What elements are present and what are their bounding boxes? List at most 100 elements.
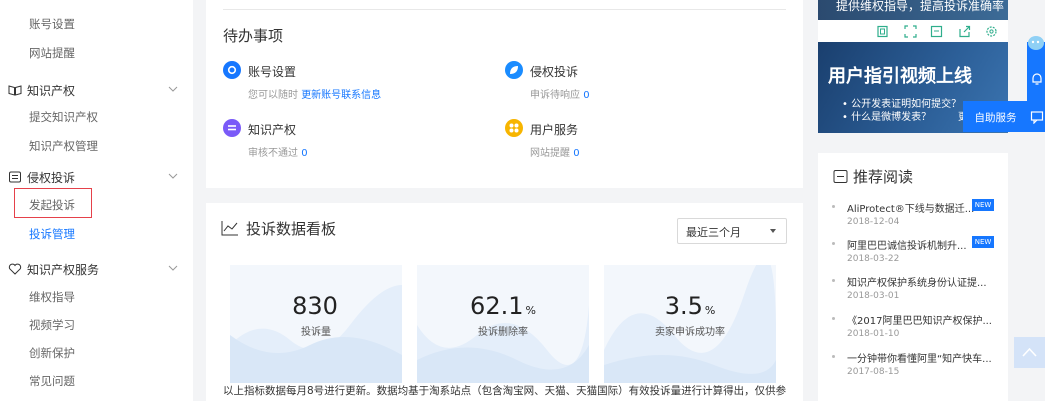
todo-item-desc: 审核不通过 0 [248,148,308,159]
recommended-title: 推荐阅读 [853,168,914,186]
complaint-board-card: 投诉数据看板 最近三个月 830 投诉量 62.1% 投诉删除率 3.5% 卖家… [206,203,803,401]
count-link[interactable]: 0 [301,148,307,159]
article-title: 阿里巴巴诚信投诉机制升... [847,241,967,252]
list-item[interactable]: 阿里巴巴诚信投诉机制升... NEW 2018-03-22 [832,235,1007,269]
line-chart-icon [221,221,238,236]
complaint-icon [8,170,22,184]
board-note: 以上指标数据每月8号进行更新。数据均基于淘系站点（包含淘宝网、天猫、天猫国际）有… [223,385,787,397]
chat-icon[interactable] [1030,110,1044,124]
caret-down-icon [770,229,776,233]
todo-item-desc: 申诉待响应 0 [530,90,590,101]
highlight-box [14,188,92,218]
sidebar-item-site-reminder[interactable]: 网站提醒 [29,45,75,61]
article-title: 一分钟带你看懂阿里“知产快车... [847,354,992,365]
chevron-up-icon [1022,347,1037,357]
todo-item-desc: 您可以随时 更新账号联系信息 [248,90,382,101]
sidebar-group-ip-service[interactable]: 知识产权服务 [8,260,178,280]
article-title: 《2017阿里巴巴知识产权保护... [847,316,992,327]
list-item[interactable]: 知识产权保护系统身份认证提... 2018-03-01 [832,272,1007,306]
update-contact-link[interactable]: 更新账号联系信息 [301,90,381,101]
todo-item-user-service: 用户服务 网站提醒 0 [505,119,755,159]
self-service-button[interactable]: 自助服务 [963,101,1028,132]
mascot-icon[interactable] [1026,34,1045,56]
share-icon[interactable] [958,25,971,38]
todo-item-title: 侵权投诉 [530,65,579,79]
divider [223,9,786,10]
list-item[interactable]: 一分钟带你看懂阿里“知产快车... 2017-08-15 [832,348,1007,382]
stat-appeal-success-rate: 3.5% 卖家申诉成功率 [604,265,776,383]
range-select-value: 最近三个月 [686,226,741,239]
bullet [832,279,835,282]
sidebar-item-complaint-manage[interactable]: 投诉管理 [29,226,75,242]
bullet [832,355,835,358]
sidebar: 账号设置 网站提醒 知识产权 提交知识产权 知识产权管理 侵权投诉 发起投诉 投… [0,0,193,401]
banner-top-text: 提供维权指导，提高投诉准确率 [836,0,1005,13]
stat-label: 投诉量 [301,327,331,338]
todo-item-desc: 网站提醒 0 [530,148,580,159]
bullet [832,242,835,245]
banner-toolbar [818,20,1008,42]
article-title: 知识产权保护系统身份认证提... [847,278,987,289]
board-title: 投诉数据看板 [246,220,337,238]
sidebar-group-label: 侵权投诉 [27,171,76,185]
list-item[interactable]: 《2017阿里巴巴知识产权保护... 2018-01-10 [832,310,1007,344]
sidebar-item-video-learning[interactable]: 视频学习 [29,317,75,333]
settings-icon [223,61,241,79]
bullet [832,317,835,320]
bell-icon[interactable] [1030,72,1044,86]
banner-top[interactable]: 提供维权指导，提高投诉准确率 [818,0,1008,20]
todo-item-title: 用户服务 [530,123,579,137]
sidebar-item-faq[interactable]: 常见问题 [29,373,75,389]
article-date: 2017-08-15 [847,367,900,377]
heart-icon [8,262,22,276]
todo-item-title: 知识产权 [248,123,297,137]
gear-icon[interactable] [985,25,998,38]
todo-item-ip: 知识产权 审核不通过 0 [223,119,473,159]
sidebar-item-ip-manage[interactable]: 知识产权管理 [29,138,98,154]
sidebar-item-account-settings[interactable]: 账号设置 [29,16,75,32]
chevron-down-icon [168,173,178,179]
stat-delete-rate: 62.1% 投诉删除率 [417,265,589,383]
new-badge: NEW [972,199,994,211]
save-icon[interactable] [930,25,943,38]
book-icon [8,83,22,97]
todo-item-account: 账号设置 您可以随时 更新账号联系信息 [223,61,473,101]
count-link[interactable]: 0 [583,90,589,101]
stat-value: 3.5% [664,292,716,320]
stat-label: 投诉删除率 [478,327,528,338]
chevron-down-icon [168,86,178,92]
article-date: 2018-03-01 [847,291,900,301]
sidebar-group-label: 知识产权 [27,84,76,98]
stat-label: 卖家申诉成功率 [655,327,725,338]
copy-icon[interactable] [876,25,889,38]
banner-line: • 什么是微博发表？ [842,112,932,123]
list-item[interactable]: AliProtect®下线与数据迁... NEW 2018-12-04 [832,198,1007,232]
todo-item-title: 账号设置 [248,65,297,79]
todo-card: 待办事项 账号设置 您可以随时 更新账号联系信息 侵权投诉 申诉待响应 0 知识… [206,0,803,188]
count-link[interactable]: 0 [573,148,579,159]
back-to-top-button[interactable] [1014,337,1045,368]
chevron-down-icon [168,265,178,271]
article-title: AliProtect®下线与数据迁... [847,204,975,215]
article-date: 2018-01-10 [847,329,900,339]
sidebar-group-ip[interactable]: 知识产权 [8,81,178,101]
stat-value: 62.1% [470,292,536,320]
sidebar-item-rights-guide[interactable]: 维权指导 [29,289,75,305]
article-date: 2018-03-22 [847,254,900,264]
grid-icon [505,119,523,137]
stat-value: 830 [292,292,338,320]
sidebar-group-complaint[interactable]: 侵权投诉 [8,168,178,188]
sidebar-group-label: 知识产权服务 [27,263,100,277]
new-badge: NEW [972,236,994,248]
fullscreen-icon[interactable] [904,25,917,38]
leaf-icon [505,61,523,79]
recommended-reading-card: 推荐阅读 AliProtect®下线与数据迁... NEW 2018-12-04… [818,153,1008,401]
self-service-label: 自助服务 [974,112,1017,124]
sidebar-item-submit-ip[interactable]: 提交知识产权 [29,109,98,125]
reading-icon [833,170,848,183]
range-select[interactable]: 最近三个月 [677,218,787,244]
stat-complaint-count: 830 投诉量 [230,265,402,383]
todo-title: 待办事项 [223,27,284,45]
bullet [832,205,835,208]
sidebar-item-innovation[interactable]: 创新保护 [29,345,75,361]
